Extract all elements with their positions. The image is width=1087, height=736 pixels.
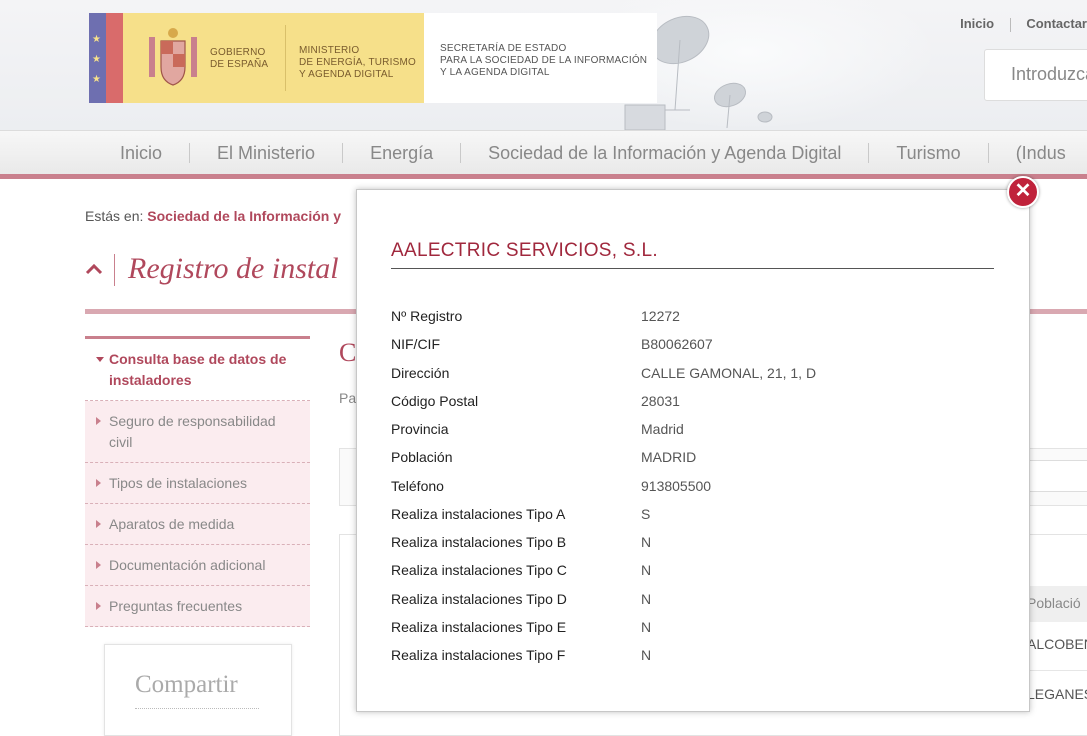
breadcrumb: Estás en: Sociedad de la Información y — [85, 208, 341, 224]
star-icon: ★ — [92, 34, 101, 45]
detail-label: Realiza instalaciones Tipo B — [391, 534, 567, 550]
nav-item-inicio[interactable]: Inicio — [0, 143, 189, 164]
top-link-divider — [1009, 17, 1011, 32]
detail-value: CALLE GAMONAL, 21, 1, D — [641, 365, 817, 381]
top-link-contactar[interactable]: Contactar — [1026, 16, 1087, 31]
top-link-inicio[interactable]: Inicio — [960, 16, 994, 31]
sidebar-item-label: Documentación adicional — [109, 557, 266, 573]
detail-label: NIF/CIF — [391, 336, 440, 352]
installer-detail-modal: AALECTRIC SERVICIOS, S.L. Nº Registro 12… — [356, 189, 1030, 712]
triangle-right-icon — [96, 520, 101, 528]
top-links: Inicio Contactar — [960, 16, 1087, 32]
sidebar-item-label: Consulta base de datos de instaladores — [109, 351, 287, 388]
share-box: Compartir — [104, 644, 292, 736]
page-title: Registro de instal — [128, 252, 339, 285]
sidebar-item-label: Tipos de instalaciones — [109, 475, 248, 491]
table-header-poblacion[interactable]: Població — [1022, 586, 1087, 622]
nav-item-industria[interactable]: (Indus — [989, 143, 1087, 164]
detail-label: Realiza instalaciones Tipo A — [391, 506, 566, 522]
sidebar-item-aparatos[interactable]: Aparatos de medida — [85, 504, 310, 545]
logo-secretaria-text: SECRETARÍA DE ESTADO PARA LA SOCIEDAD DE… — [440, 43, 648, 78]
table-cell[interactable]: LEGANES — [1027, 686, 1087, 702]
search-input[interactable] — [985, 50, 1087, 85]
detail-label: Realiza instalaciones Tipo F — [391, 647, 566, 663]
table-cell[interactable]: ALCOBEN — [1027, 636, 1087, 652]
detail-value: 12272 — [641, 308, 680, 324]
modal-title: AALECTRIC SERVICIOS, S.L. — [391, 240, 658, 261]
star-icon: ★ — [92, 74, 101, 85]
share-divider — [135, 708, 259, 709]
detail-label: Realiza instalaciones Tipo C — [391, 562, 567, 578]
eu-flag-stripe: ★ ★ ★ — [89, 13, 123, 103]
nav-accent-bar — [0, 174, 1087, 179]
main-nav: Inicio El Ministerio Energía Sociedad de… — [0, 130, 1087, 175]
detail-value: N — [641, 619, 652, 635]
detail-label: Teléfono — [391, 478, 444, 494]
sidebar-item-label: Preguntas frecuentes — [109, 598, 243, 614]
detail-label: Nº Registro — [391, 308, 463, 324]
detail-value: B80062607 — [641, 336, 713, 352]
table-row-divider — [1022, 670, 1087, 671]
sidebar-item-label: Aparatos de medida — [109, 516, 235, 532]
detail-value: N — [641, 647, 652, 663]
detail-value: N — [641, 534, 652, 550]
detail-label: Código Postal — [391, 393, 479, 409]
coat-of-arms-icon — [149, 28, 197, 86]
sidebar-item-label: Seguro de responsabilidad civil — [109, 413, 276, 450]
logo-divider — [285, 25, 286, 91]
share-title: Compartir — [135, 671, 238, 698]
sidebar-item-seguro[interactable]: Seguro de responsabilidad civil — [85, 401, 310, 463]
triangle-down-icon — [96, 357, 104, 362]
nav-item-turismo[interactable]: Turismo — [869, 143, 987, 164]
search-box[interactable] — [984, 49, 1087, 101]
site-header: ★ ★ ★ GOBIERNO DE ESPAÑA MINISTERIO DE E… — [0, 0, 1087, 130]
sidebar-item-tipos[interactable]: Tipos de instalaciones — [85, 463, 310, 504]
logo-gobierno-text: GOBIERNO DE ESPAÑA — [210, 47, 269, 70]
form-input[interactable] — [1026, 460, 1087, 492]
main-nav-items: Inicio El Ministerio Energía Sociedad de… — [0, 131, 1087, 175]
detail-value: MADRID — [641, 449, 697, 465]
nav-item-energia[interactable]: Energía — [343, 143, 460, 164]
detail-value: Madrid — [641, 421, 684, 437]
breadcrumb-label: Estás en: — [85, 208, 144, 224]
detail-value: N — [641, 562, 652, 578]
logo-ministerio-text: MINISTERIO DE ENERGÍA, TURISMO Y AGENDA … — [299, 45, 416, 80]
content-text: Pa — [339, 390, 357, 406]
triangle-right-icon — [96, 479, 101, 487]
sidebar-item-preguntas[interactable]: Preguntas frecuentes — [85, 586, 310, 627]
detail-value: 28031 — [641, 393, 680, 409]
title-divider — [114, 254, 115, 286]
chevron-up-icon[interactable] — [85, 260, 103, 278]
content-heading: C — [339, 338, 357, 367]
triangle-right-icon — [96, 561, 101, 569]
triangle-right-icon — [96, 417, 101, 425]
sidebar: Consulta base de datos de instaladores S… — [85, 336, 310, 627]
government-logo[interactable]: ★ ★ ★ GOBIERNO DE ESPAÑA MINISTERIO DE E… — [89, 13, 657, 103]
detail-value: S — [641, 506, 651, 522]
modal-title-divider — [391, 268, 994, 269]
nav-item-sociedad-informacion[interactable]: Sociedad de la Información y Agenda Digi… — [461, 143, 868, 164]
detail-label: Provincia — [391, 421, 449, 437]
detail-value: 913805500 — [641, 478, 712, 494]
sidebar-item-documentacion[interactable]: Documentación adicional — [85, 545, 310, 586]
detail-label: Dirección — [391, 365, 450, 381]
star-icon: ★ — [92, 54, 101, 65]
detail-label: Realiza instalaciones Tipo E — [391, 619, 567, 635]
sidebar-item-consulta[interactable]: Consulta base de datos de instaladores — [85, 339, 310, 401]
detail-label: Población — [391, 449, 453, 465]
detail-value: N — [641, 591, 652, 607]
nav-item-ministerio[interactable]: El Ministerio — [190, 143, 342, 164]
close-icon[interactable]: ✕ — [1007, 176, 1039, 208]
triangle-right-icon — [96, 602, 101, 610]
detail-label: Realiza instalaciones Tipo D — [391, 591, 567, 607]
breadcrumb-link[interactable]: Sociedad de la Información y — [147, 208, 341, 224]
